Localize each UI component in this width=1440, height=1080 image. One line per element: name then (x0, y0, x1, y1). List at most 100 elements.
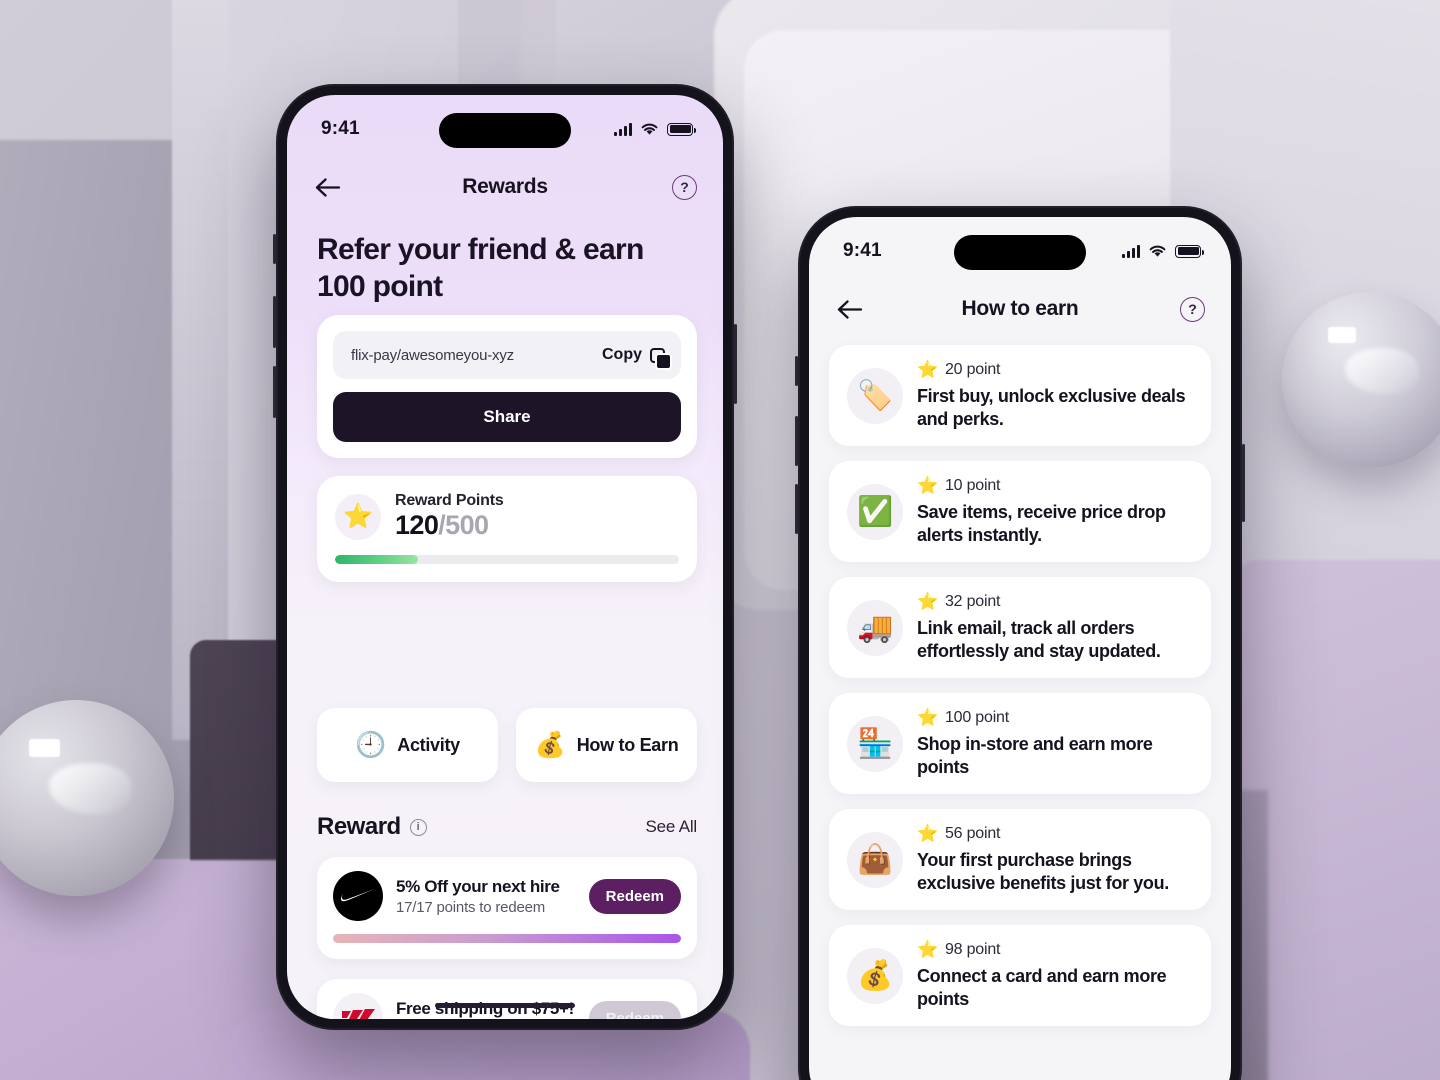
status-clock: 9:41 (843, 240, 882, 261)
earn-method-description: Your first purchase brings exclusive ben… (917, 850, 1169, 894)
phone-rewards-screen: 9:41 Rewards ? Refer your friend & earn … (273, 84, 737, 1030)
earn-method-card[interactable]: 💰 ⭐ 98 point Connect a card and earn more p… (829, 925, 1211, 1027)
help-icon[interactable]: ? (672, 174, 697, 200)
earn-method-description: Connect a card and earn more points (917, 966, 1167, 1010)
earn-method-description: Save items, receive price drop alerts in… (917, 502, 1166, 546)
see-all-link[interactable]: See All (645, 817, 697, 837)
copy-label: Copy (602, 346, 642, 363)
section-title: Reward (317, 813, 401, 840)
earn-points-row: ⭐ 32 point (917, 592, 1193, 612)
earn-method-body: ⭐ 98 point Connect a card and earn more po… (917, 940, 1193, 1011)
help-icon[interactable]: ? (1180, 296, 1205, 322)
dynamic-island (954, 235, 1086, 270)
points-progress-track (335, 555, 679, 565)
screen-content: 9:41 Rewards ? Refer your friend & earn … (287, 95, 723, 1019)
star-icon: ⭐ (917, 824, 938, 844)
share-button[interactable]: Share (333, 392, 681, 442)
mute-switch[interactable] (273, 234, 276, 264)
earn-method-body: ⭐ 32 point Link email, track all orders ef… (917, 592, 1193, 663)
earn-points-row: ⭐ 98 point (917, 940, 1193, 960)
earn-method-description: Shop in-store and earn more points (917, 734, 1153, 778)
money-bag-icon: 💰 (534, 730, 566, 759)
earn-method-card[interactable]: 🏷️ ⭐ 20 point First buy, unlock exclusive d… (829, 345, 1211, 447)
nike-logo-icon (333, 871, 383, 921)
page-title: How to earn (961, 297, 1079, 320)
earn-points-value: 20 point (944, 361, 1001, 378)
reward-card[interactable]: 5% Off your next hire 17/17 points to re… (317, 857, 697, 959)
earn-method-body: ⭐ 100 point Shop in-store and earn more po… (917, 708, 1193, 779)
wifi-icon (1149, 245, 1166, 257)
reward-section-header: Reward i See All (317, 813, 697, 841)
earn-points-value: 100 point (944, 709, 1010, 727)
reward-card[interactable]: new balance Free shipping on $75+! 20/50… (317, 979, 697, 1019)
volume-up-button[interactable] (273, 296, 276, 348)
back-arrow-icon[interactable] (835, 294, 865, 324)
status-clock: 9:41 (321, 118, 360, 139)
earn-method-icon: ✅ (847, 483, 903, 540)
reward-points-value: 120/500 (395, 510, 504, 541)
star-icon: ⭐ (917, 708, 938, 728)
quick-actions-row: 🕘 Activity 💰 How to Earn (317, 708, 697, 782)
earn-points-value: 98 point (944, 941, 1001, 959)
earn-points-value: 10 point (944, 477, 1001, 495)
copy-button[interactable]: Copy (602, 346, 672, 370)
wifi-icon (641, 123, 658, 135)
earn-method-description: Link email, track all orders effortlessl… (917, 618, 1161, 662)
hero-title: Refer your friend & earn 100 point (317, 233, 644, 304)
clock-icon: 🕘 (355, 730, 387, 759)
star-icon: ⭐ (917, 476, 938, 496)
referral-link-row[interactable]: flix-pay/awesomeyou-xyz Copy (333, 331, 681, 379)
earn-method-body: ⭐ 10 point Save items, receive price drop … (917, 476, 1193, 547)
info-icon[interactable]: i (409, 818, 427, 836)
power-button[interactable] (734, 324, 737, 404)
earn-points-value: 32 point (944, 593, 1001, 611)
earn-method-card[interactable]: 🚚 ⭐ 32 point Link email, track all orders e… (829, 577, 1211, 679)
referral-card: flix-pay/awesomeyou-xyz Copy Share (317, 315, 697, 458)
redeem-button[interactable]: Redeem (588, 1000, 681, 1019)
referral-link-text: flix-pay/awesomeyou-xyz (351, 346, 514, 364)
volume-down-button[interactable] (795, 484, 798, 534)
phone-how-to-earn-screen: 9:41 How to earn ? 🏷️ ⭐ 20 point First b… (795, 206, 1245, 1080)
new-balance-logo-icon: new balance (333, 993, 383, 1019)
star-icon: ⭐ (917, 592, 938, 612)
battery-full-icon (1175, 244, 1204, 258)
earn-points-row: ⭐ 56 point (917, 824, 1193, 844)
earn-method-icon: 👜 (847, 831, 903, 888)
reward-progress-fill (333, 934, 681, 943)
earn-method-card[interactable]: 👜 ⭐ 56 point Your first purchase brings exc… (829, 809, 1211, 911)
earn-method-icon: 💰 (847, 947, 903, 1004)
battery-full-icon (667, 122, 696, 136)
power-button[interactable] (1242, 444, 1245, 522)
home-indicator[interactable] (435, 1003, 575, 1008)
quick-action-activity[interactable]: 🕘 Activity (317, 708, 498, 782)
earn-points-value: 56 point (944, 825, 1001, 843)
nav-bar: Rewards ? (287, 161, 723, 213)
signal-bars-icon (614, 122, 632, 136)
page-title: Rewards (462, 175, 548, 198)
reward-progress-track (333, 934, 681, 943)
earn-method-body: ⭐ 20 point First buy, unlock exclusive dea… (917, 360, 1193, 431)
star-icon: ⭐ (917, 940, 938, 960)
volume-up-button[interactable] (795, 416, 798, 466)
quick-action-label: How to Earn (576, 734, 679, 755)
earn-method-card[interactable]: 🏪 ⭐ 100 point Shop in-store and earn more p… (829, 693, 1211, 795)
earn-method-icon: 🏷️ (847, 367, 903, 424)
back-arrow-icon[interactable] (313, 172, 343, 202)
earn-methods-list: 🏷️ ⭐ 20 point First buy, unlock exclusive d… (829, 345, 1211, 1041)
mute-switch[interactable] (795, 356, 798, 386)
points-current: 120 (395, 510, 439, 540)
signal-bars-icon (1122, 244, 1140, 258)
earn-method-icon: 🏪 (847, 715, 903, 772)
earn-method-body: ⭐ 56 point Your first purchase brings excl… (917, 824, 1193, 895)
reward-title: Free shipping on $75+! (396, 998, 574, 1018)
dynamic-island (439, 113, 571, 148)
volume-down-button[interactable] (273, 366, 276, 418)
earn-method-description: First buy, unlock exclusive deals and pe… (917, 386, 1186, 430)
redeem-button[interactable]: Redeem (588, 878, 681, 914)
star-icon: ⭐ (917, 360, 938, 379)
earn-points-row: ⭐ 20 point (917, 360, 1193, 380)
earn-method-card[interactable]: ✅ ⭐ 10 point Save items, receive price drop… (829, 461, 1211, 563)
copy-icon (650, 347, 672, 370)
quick-action-how-to-earn[interactable]: 💰 How to Earn (516, 708, 697, 782)
star-icon: ⭐ (335, 493, 381, 540)
